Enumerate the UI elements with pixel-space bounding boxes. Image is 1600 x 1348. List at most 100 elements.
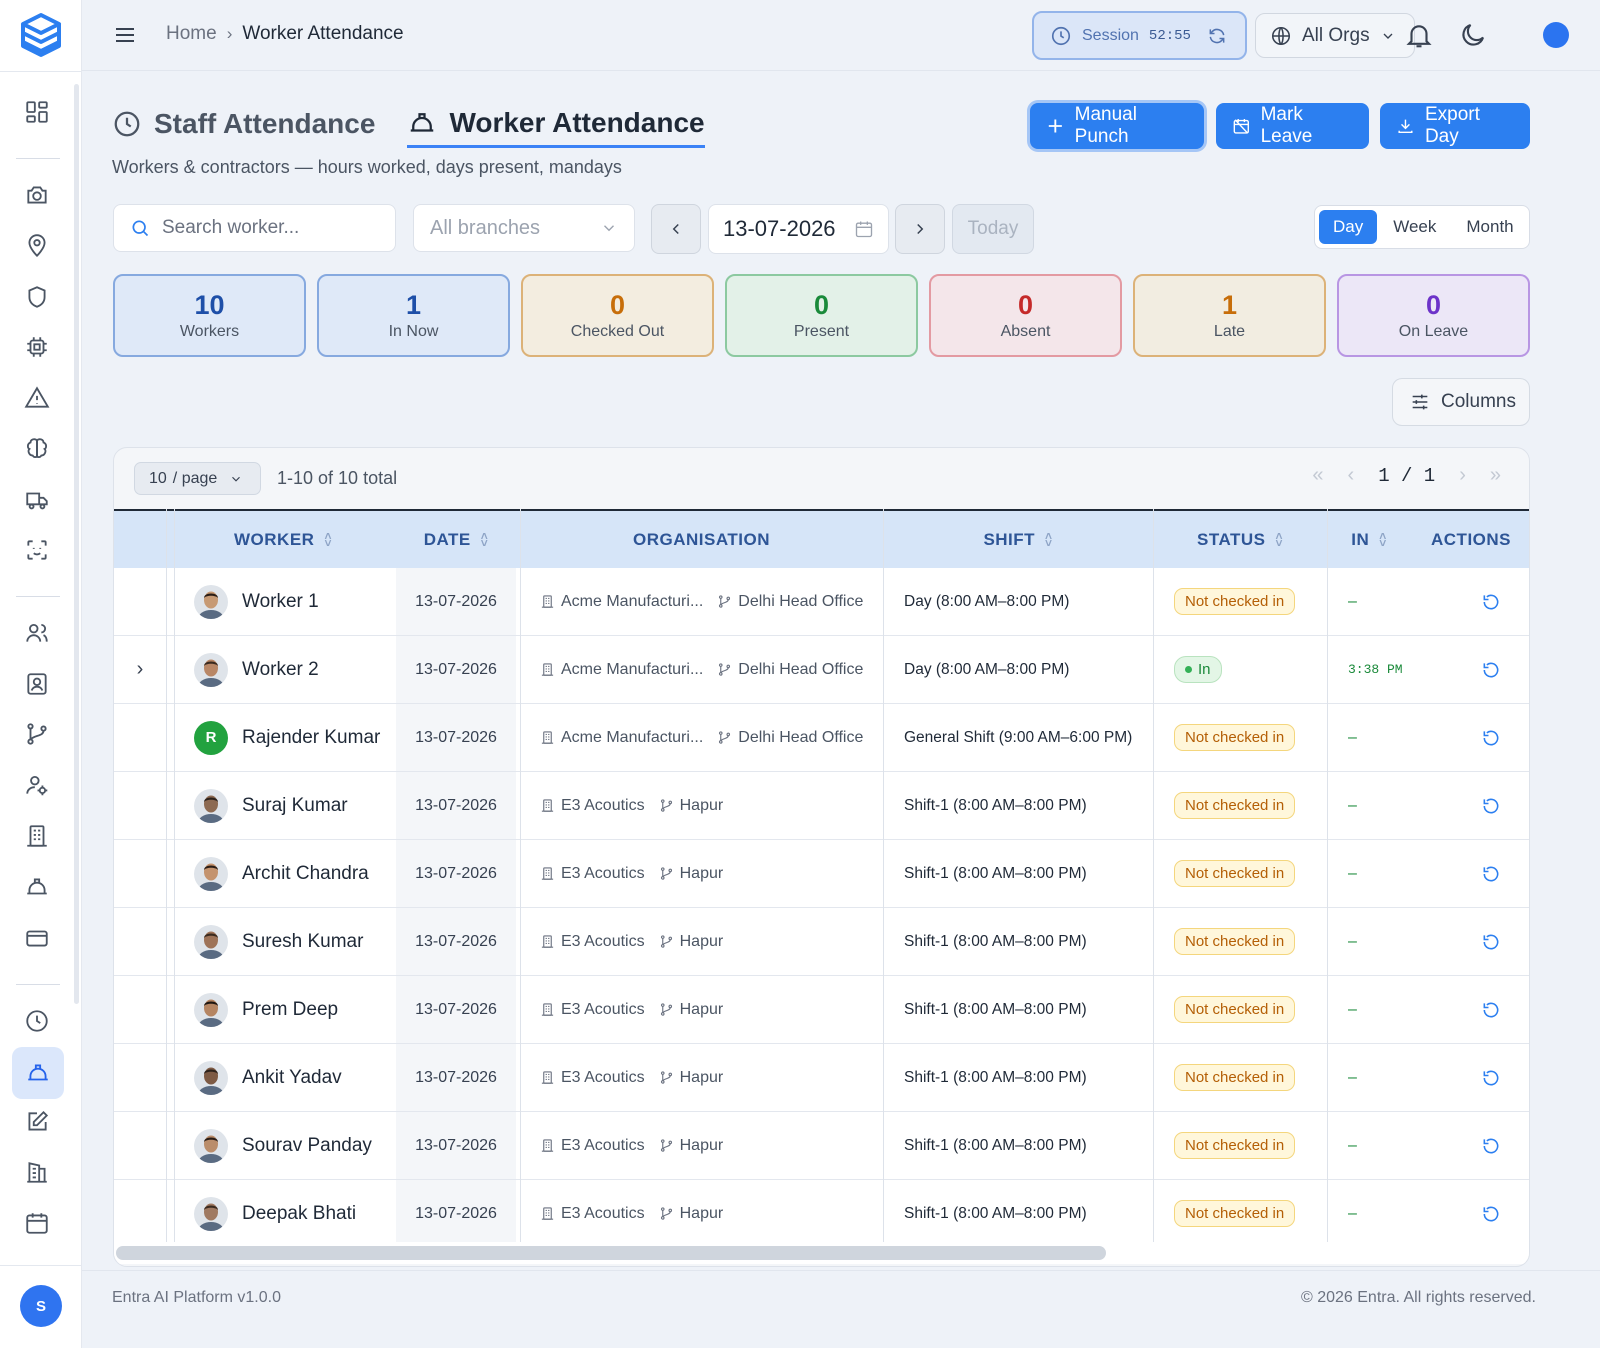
- brain-icon[interactable]: [17, 429, 57, 469]
- worker-name[interactable]: Archit Chandra: [242, 863, 369, 885]
- worker-name[interactable]: Deepak Bhati: [242, 1203, 356, 1225]
- credit-card-icon[interactable]: [17, 918, 57, 958]
- stat-absent[interactable]: 0 Absent: [929, 274, 1122, 357]
- location-icon[interactable]: [17, 226, 57, 266]
- worker-name[interactable]: Suraj Kumar: [242, 795, 348, 817]
- next-page-icon[interactable]: ›: [1459, 464, 1466, 487]
- worker-cell[interactable]: Suraj Kumar: [194, 772, 394, 839]
- worker-name[interactable]: Worker 2: [242, 659, 319, 681]
- worker-name[interactable]: Sourav Panday: [242, 1135, 372, 1157]
- sort-icon[interactable]: ˄ ˅: [1045, 530, 1053, 549]
- refresh-action-icon[interactable]: [1411, 1044, 1529, 1111]
- table-row[interactable]: Ankit Yadav 13-07-2026 E3 Acoutics Hapur Shi…: [114, 1044, 1529, 1112]
- worker-cell[interactable]: Prem Deep: [194, 976, 394, 1043]
- worker-name[interactable]: Worker 1: [242, 591, 319, 613]
- user-avatar[interactable]: S: [20, 1285, 62, 1327]
- today-button[interactable]: Today: [952, 204, 1034, 254]
- calendar-icon[interactable]: [17, 1203, 57, 1243]
- col-status[interactable]: STATUS ˄ ˅: [1153, 511, 1327, 568]
- columns-button[interactable]: Columns: [1392, 378, 1530, 426]
- tab-worker-attendance[interactable]: Worker Attendance: [407, 100, 705, 148]
- view-week[interactable]: Week: [1379, 210, 1450, 244]
- refresh-action-icon[interactable]: [1411, 976, 1529, 1043]
- hard-hat-icon[interactable]: [17, 867, 57, 907]
- mark-leave-button[interactable]: Mark Leave: [1216, 103, 1369, 149]
- branch-select[interactable]: All branches: [413, 204, 635, 252]
- stat-workers[interactable]: 10 Workers: [113, 274, 306, 357]
- view-day[interactable]: Day: [1319, 210, 1378, 244]
- users-icon[interactable]: [17, 613, 57, 653]
- last-page-icon[interactable]: »: [1490, 464, 1501, 487]
- worker-cell[interactable]: Ankit Yadav: [194, 1044, 394, 1111]
- view-month[interactable]: Month: [1452, 210, 1527, 244]
- refresh-action-icon[interactable]: [1411, 568, 1529, 635]
- tab-staff-attendance[interactable]: Staff Attendance: [112, 100, 375, 148]
- worker-cell[interactable]: R Rajender Kumar: [194, 704, 394, 771]
- manual-punch-button[interactable]: Manual Punch: [1030, 103, 1204, 149]
- refresh-action-icon[interactable]: [1411, 908, 1529, 975]
- col-shift[interactable]: SHIFT ˄ ˅: [883, 511, 1153, 568]
- col-date[interactable]: DATE ˄ ˅: [392, 511, 520, 568]
- refresh-action-icon[interactable]: [1411, 1112, 1529, 1179]
- stat-present[interactable]: 0 Present: [725, 274, 918, 357]
- table-row[interactable]: › Worker 2 13-07-2026 Acme Manufacturi... De…: [114, 636, 1529, 704]
- stat-on-leave[interactable]: 0 On Leave: [1337, 274, 1530, 357]
- worker-cell[interactable]: Worker 1: [194, 568, 394, 635]
- table-row[interactable]: Deepak Bhati 13-07-2026 E3 Acoutics Hapur Sh…: [114, 1180, 1529, 1248]
- worker-cell[interactable]: Archit Chandra: [194, 840, 394, 907]
- horizontal-scrollbar[interactable]: [114, 1242, 1529, 1264]
- worker-name[interactable]: Rajender Kumar: [242, 727, 380, 749]
- worker-cell[interactable]: Suresh Kumar: [194, 908, 394, 975]
- expand-row-icon[interactable]: ›: [114, 636, 166, 703]
- refresh-action-icon[interactable]: [1411, 1180, 1529, 1247]
- refresh-action-icon[interactable]: [1411, 772, 1529, 839]
- building-icon[interactable]: [17, 816, 57, 856]
- stat-in-now[interactable]: 1 In Now: [317, 274, 510, 357]
- sort-icon[interactable]: ˄ ˅: [1275, 530, 1283, 549]
- truck-icon[interactable]: [17, 480, 57, 520]
- refresh-action-icon[interactable]: [1411, 840, 1529, 907]
- menu-icon[interactable]: [114, 24, 136, 46]
- search-field[interactable]: Search worker...: [113, 204, 396, 252]
- app-logo[interactable]: [17, 11, 65, 59]
- table-row[interactable]: Archit Chandra 13-07-2026 E3 Acoutics Hapur…: [114, 840, 1529, 908]
- table-row[interactable]: Suresh Kumar 13-07-2026 E3 Acoutics Hapur Sh…: [114, 908, 1529, 976]
- table-row[interactable]: Sourav Panday 13-07-2026 E3 Acoutics Hapur S…: [114, 1112, 1529, 1180]
- search-input[interactable]: Search worker...: [162, 217, 299, 239]
- col-worker[interactable]: WORKER ˄ ˅: [174, 511, 392, 568]
- table-row[interactable]: Prem Deep 13-07-2026 E3 Acoutics Hapur Shift…: [114, 976, 1529, 1044]
- table-row[interactable]: Suraj Kumar 13-07-2026 E3 Acoutics Hapur Shi…: [114, 772, 1529, 840]
- sidebar-scrollbar[interactable]: [74, 84, 79, 1004]
- stat-late[interactable]: 1 Late: [1133, 274, 1326, 357]
- worker-name[interactable]: Ankit Yadav: [242, 1067, 342, 1089]
- contact-card-icon[interactable]: [17, 664, 57, 704]
- stat-checked-out[interactable]: 0 Checked Out: [521, 274, 714, 357]
- refresh-action-icon[interactable]: [1411, 636, 1529, 703]
- export-day-button[interactable]: Export Day: [1380, 103, 1530, 149]
- chip-icon[interactable]: [17, 327, 57, 367]
- org-selector[interactable]: All Orgs: [1255, 13, 1415, 58]
- user-settings-icon[interactable]: [17, 765, 57, 805]
- sort-icon[interactable]: ˄ ˅: [324, 530, 332, 549]
- sort-icon[interactable]: ˄ ˅: [1379, 530, 1387, 549]
- warning-icon[interactable]: [17, 378, 57, 418]
- table-row[interactable]: Worker 1 13-07-2026 Acme Manufacturi... Del…: [114, 568, 1529, 636]
- face-scan-icon[interactable]: [17, 530, 57, 570]
- shield-icon[interactable]: [17, 277, 57, 317]
- first-page-icon[interactable]: «: [1312, 464, 1323, 487]
- sort-icon[interactable]: ˄ ˅: [481, 530, 489, 549]
- refresh-icon[interactable]: [1207, 26, 1227, 46]
- prev-date-button[interactable]: [651, 204, 701, 254]
- moon-icon[interactable]: [1458, 20, 1488, 50]
- worker-name[interactable]: Prem Deep: [242, 999, 338, 1021]
- edit-icon[interactable]: [17, 1102, 57, 1142]
- bell-icon[interactable]: [1404, 20, 1434, 50]
- col-in[interactable]: IN ˄ ˅: [1327, 511, 1411, 568]
- dashboard-icon[interactable]: [17, 92, 57, 132]
- worker-attendance-nav-icon[interactable]: [12, 1047, 64, 1099]
- prev-page-icon[interactable]: ‹: [1348, 464, 1355, 487]
- page-size-select[interactable]: 10 / page: [134, 462, 261, 495]
- worker-name[interactable]: Suresh Kumar: [242, 931, 363, 953]
- clock-icon[interactable]: [17, 1001, 57, 1041]
- scroll-thumb[interactable]: [116, 1246, 1106, 1260]
